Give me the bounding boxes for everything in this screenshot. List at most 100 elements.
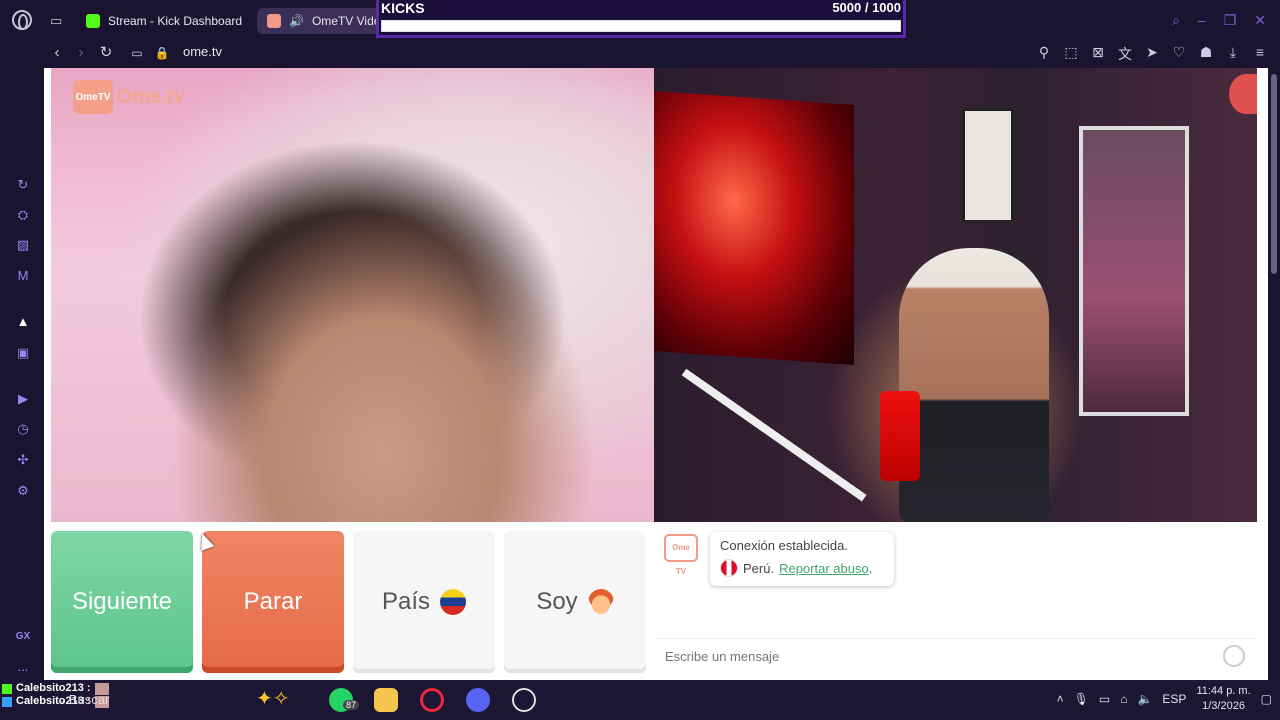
boy-icon xyxy=(587,589,614,615)
kick-icon[interactable]: ▲ xyxy=(14,313,32,331)
adblock-icon[interactable]: ⊠ xyxy=(1090,44,1106,64)
window-controls: ⌕ – ❐ ✕ xyxy=(1172,12,1266,29)
maximize-icon[interactable]: ❐ xyxy=(1224,12,1237,29)
obs-icon[interactable] xyxy=(512,688,536,712)
pin-icon[interactable]: ⚲ xyxy=(1036,44,1052,64)
clock[interactable]: 11:44 p. m. 1/3/2026 xyxy=(1196,684,1250,714)
kicks-goal-overlay: KICKS 5000 / 1000 xyxy=(376,0,906,38)
forward-icon[interactable]: › xyxy=(72,44,90,62)
profile-icon[interactable]: ☗ xyxy=(1198,44,1214,64)
translate-icon[interactable]: 文 xyxy=(1117,44,1133,64)
chevron-up-icon[interactable]: ˄ xyxy=(1057,692,1064,706)
gender-button[interactable]: Soy xyxy=(504,531,646,673)
volume-icon[interactable]: 🔈 xyxy=(1137,692,1152,706)
gender-button-label: Soy xyxy=(536,588,578,615)
reload-icon[interactable]: ↻ xyxy=(97,44,115,62)
report-suffix: . xyxy=(868,560,873,576)
self-video xyxy=(654,68,1257,522)
file-explorer-icon[interactable] xyxy=(374,688,398,712)
battery-icon[interactable]: ▭ xyxy=(1099,692,1110,706)
ometv-wordmark: Ome.tv xyxy=(117,85,185,108)
stop-button-label: Parar xyxy=(243,588,303,615)
kicks-count: 5000 / 1000 xyxy=(832,0,901,15)
refresh-icon[interactable]: ↻ xyxy=(14,176,32,194)
network-icon[interactable]: ⌂ xyxy=(1120,692,1127,706)
kicks-progress-bar xyxy=(381,20,901,32)
speaker-icon: 🔊 xyxy=(289,14,304,28)
tab-label: Stream - Kick Dashboard xyxy=(108,14,243,28)
opera-gx-taskbar-icon[interactable] xyxy=(420,688,444,712)
history-icon[interactable]: ◷ xyxy=(14,420,32,438)
extensions-icon[interactable]: ✣ xyxy=(14,451,32,469)
tab-kick-dashboard[interactable]: Stream - Kick Dashboard xyxy=(76,8,252,34)
search-icon[interactable]: ⌕ xyxy=(1172,12,1180,29)
mirror xyxy=(1079,126,1189,416)
search-icon: ⌕ xyxy=(58,692,69,707)
system-tray: ˄ 🎙 ▭ ⌂ 🔈 ESP 11:44 p. m. 1/3/2026 ▢ xyxy=(1057,684,1272,714)
ometv-icon xyxy=(267,14,281,28)
toolbar-icons: ⚲ ⬚ ⊠ 文 ➤ ♡ ☗ ⤓ ≡ xyxy=(1036,44,1268,64)
connection-status: Conexión establecida. xyxy=(720,538,848,553)
stop-button[interactable]: Parar xyxy=(202,531,344,673)
microphone xyxy=(880,391,920,481)
clock-time: 11:44 p. m. xyxy=(1196,685,1251,697)
streamer xyxy=(899,248,1049,522)
stranger-video: OmeTV Ome.tv xyxy=(51,68,654,522)
settings-icon[interactable]: ⚙ xyxy=(14,482,32,500)
menu-icon[interactable]: ≡ xyxy=(1252,44,1268,64)
mic-arm xyxy=(681,368,867,502)
system-message: Conexión establecida. Perú. Reportar abu… xyxy=(710,532,894,586)
report-abuse-link[interactable]: Reportar abuso xyxy=(779,561,869,576)
chat-input-area xyxy=(654,638,1257,674)
partner-country: Perú. xyxy=(743,560,775,576)
browser-sidebar: ↻ ⛭ ▨ M ▲ ▣ ▶ ◷ ✣ ⚙ GX ... xyxy=(0,68,44,680)
gx-icon[interactable]: GX xyxy=(14,628,32,646)
scrollbar-thumb[interactable] xyxy=(1271,74,1277,274)
discord-icon[interactable] xyxy=(466,688,490,712)
download-icon[interactable]: ⤓ xyxy=(1225,44,1241,64)
more-icon[interactable]: ... xyxy=(14,658,32,676)
country-button[interactable]: País xyxy=(353,531,495,673)
lock-icon[interactable]: 🔒 xyxy=(153,44,171,62)
message-input[interactable] xyxy=(654,639,1194,673)
send-icon[interactable]: ➤ xyxy=(1144,44,1160,64)
kick-icon xyxy=(86,14,100,28)
page-scrollbar[interactable] xyxy=(1268,68,1280,680)
taskbar-search[interactable]: ⌕ Buscar xyxy=(58,692,109,708)
peru-flag-icon xyxy=(720,559,738,577)
emoji-icon[interactable] xyxy=(1223,645,1245,667)
close-icon[interactable]: ✕ xyxy=(1254,12,1266,29)
browser-tab-bar: ▭ Stream - Kick Dashboard 🔊 OmeTV Video … xyxy=(0,0,1280,40)
next-button-label: Siguiente xyxy=(71,588,173,615)
ometv-logo: OmeTV Ome.tv xyxy=(73,80,185,114)
next-button[interactable]: Siguiente xyxy=(51,531,193,673)
ometv-chat-logo-icon: Ome TV xyxy=(664,534,698,576)
opera-gx-logo-icon[interactable] xyxy=(12,10,32,30)
minimize-icon[interactable]: – xyxy=(1198,12,1206,29)
url-field[interactable]: ome.tv xyxy=(183,44,222,59)
tab-workspaces-icon[interactable]: ▭ xyxy=(50,13,62,29)
tv-screen xyxy=(654,91,854,365)
whatsapp-badge: 87 xyxy=(343,700,360,710)
wall-poster xyxy=(962,108,1014,223)
kicks-title: KICKS xyxy=(381,0,425,16)
ometv-logo-badge: OmeTV xyxy=(73,80,113,114)
twitch-icon[interactable]: ▣ xyxy=(14,344,32,362)
back-icon[interactable]: ‹ xyxy=(48,44,66,62)
player-icon[interactable]: ▶ xyxy=(14,390,32,408)
aria-icon[interactable]: ▨ xyxy=(14,236,32,254)
snapshot-icon[interactable]: ⬚ xyxy=(1063,44,1079,64)
heart-icon[interactable]: ♡ xyxy=(1171,44,1187,64)
chat-panel: Ome TV Conexión establecida. Perú. Repor… xyxy=(654,522,1257,680)
kick-badge-icon xyxy=(2,683,12,694)
crypto-wallet-icon[interactable]: ⛭ xyxy=(14,206,32,224)
messenger-icon[interactable]: M xyxy=(14,267,32,285)
language-indicator[interactable]: ESP xyxy=(1162,692,1186,706)
microphone-icon[interactable]: 🎙 xyxy=(1074,692,1089,706)
clock-date: 1/3/2026 xyxy=(1202,700,1245,712)
copilot-sparkle-icon[interactable]: ✦✧ xyxy=(256,686,290,711)
notifications-icon[interactable]: ▢ xyxy=(1261,692,1272,706)
video-popout-icon[interactable]: ▭ xyxy=(128,44,146,62)
report-badge-icon[interactable] xyxy=(1229,74,1257,114)
windows-start-icon[interactable] xyxy=(2,696,12,707)
